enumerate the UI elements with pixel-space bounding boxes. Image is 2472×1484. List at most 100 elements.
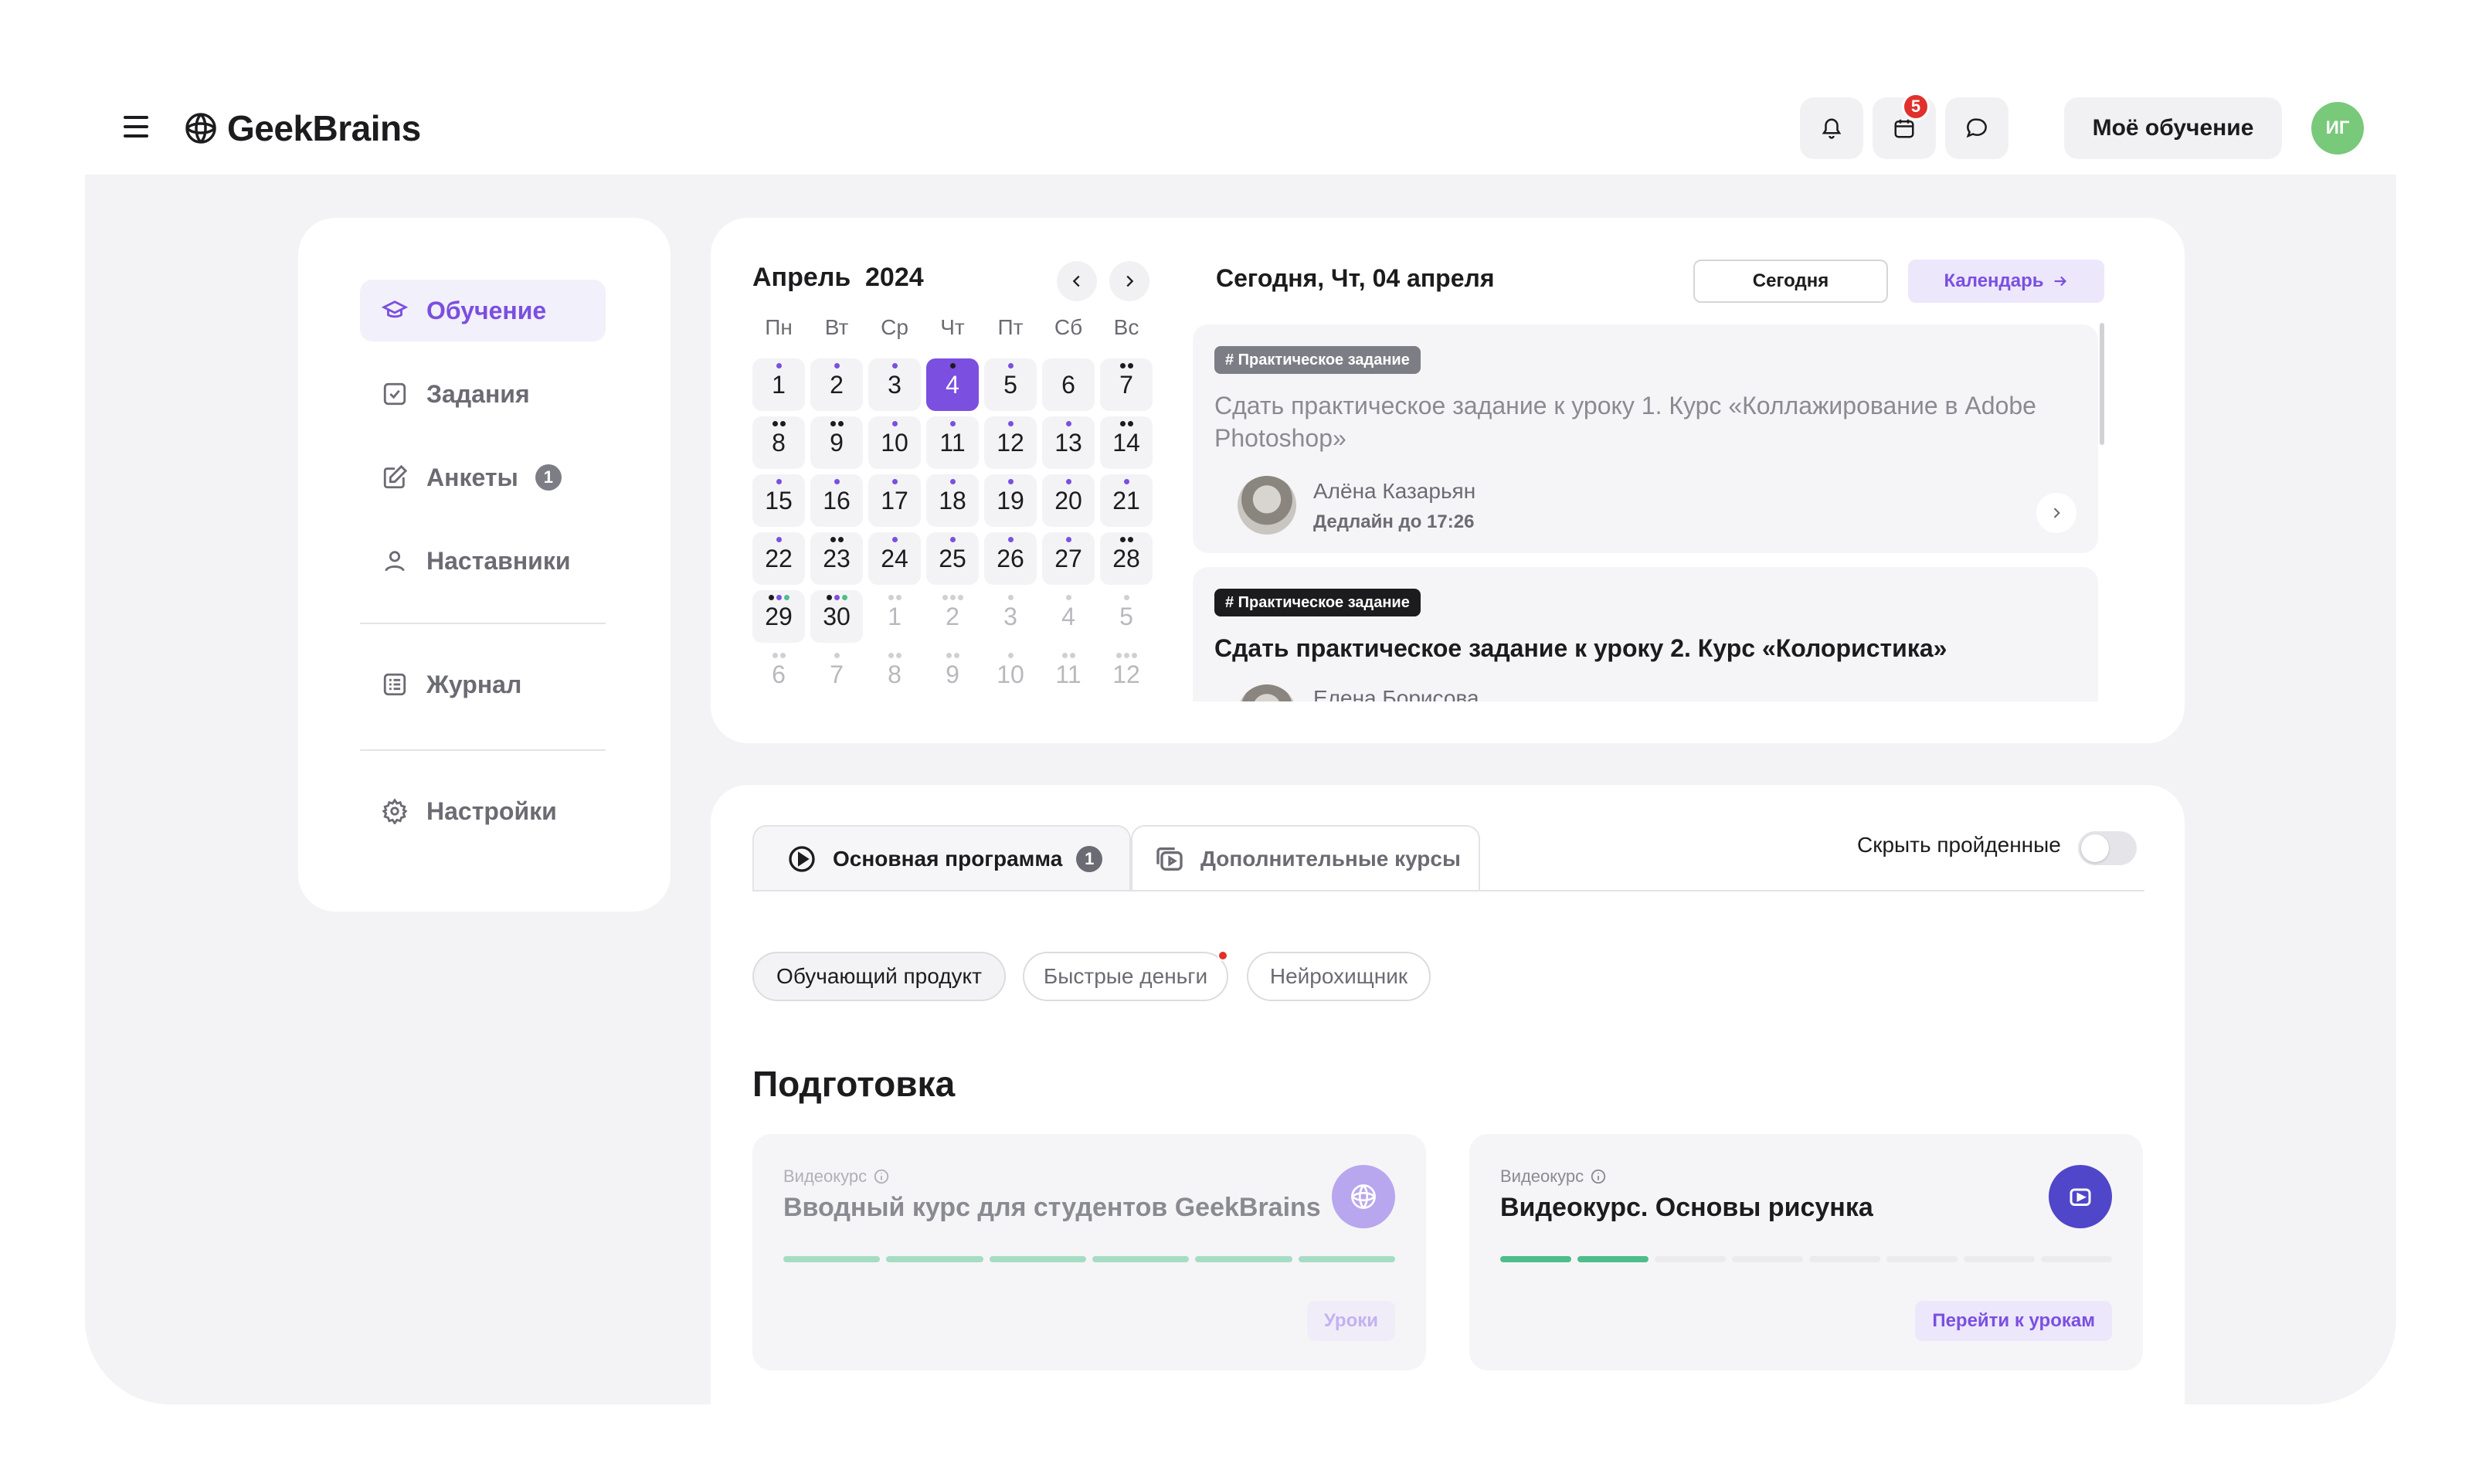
course-card[interactable]: Видеокурс Вводный курс для студентов Gee… (752, 1134, 1426, 1370)
sidebar-item-learning[interactable]: Обучение (360, 280, 606, 341)
course-type-label: Видеокурс (1500, 1166, 1584, 1186)
course-card[interactable]: Видеокурс Видеокурс. Основы рисунка Пере… (1469, 1134, 2143, 1370)
calendar-day[interactable]: 8 (868, 648, 921, 701)
calendar-day[interactable]: 18 (926, 474, 979, 527)
calendar-day[interactable]: 19 (984, 474, 1037, 527)
calendar-day[interactable]: 7 (810, 648, 863, 701)
next-month-button[interactable] (1109, 261, 1149, 301)
sidebar-item-mentors[interactable]: Наставники (360, 530, 606, 592)
calendar-day[interactable]: 10 (984, 648, 1037, 701)
calendar-day[interactable]: 13 (1042, 416, 1095, 469)
event-dots (984, 421, 1037, 426)
lessons-button[interactable]: Уроки (1306, 1301, 1395, 1341)
prev-month-button[interactable] (1057, 261, 1097, 301)
calendar-day[interactable]: 22 (752, 532, 805, 585)
calendar-day-number: 26 (997, 544, 1024, 572)
info-icon[interactable] (1590, 1168, 1607, 1185)
calendar-day[interactable]: 3 (984, 590, 1037, 643)
calendar-day[interactable]: 5 (984, 358, 1037, 411)
chevron-right-icon (1126, 275, 1134, 287)
calendar-day[interactable]: 11 (926, 416, 979, 469)
open-task-button[interactable] (2036, 493, 2076, 533)
calendar-day-number: 5 (1119, 602, 1133, 630)
calendar-day[interactable]: 17 (868, 474, 921, 527)
info-icon[interactable] (873, 1168, 890, 1185)
messages-button[interactable] (1945, 97, 2008, 159)
calendar-day[interactable]: 5 (1100, 590, 1153, 643)
event-dots (868, 363, 921, 368)
agenda-clip (1193, 701, 2098, 743)
calendar-day[interactable]: 12 (1100, 648, 1153, 701)
calendar-day[interactable]: 11 (1042, 648, 1095, 701)
weekday-label: Сб (1054, 315, 1083, 339)
sidebar-item-label: Обучение (426, 296, 547, 324)
calendar-day[interactable]: 2 (810, 358, 863, 411)
calendar-day[interactable]: 4 (926, 358, 979, 411)
calendar-day[interactable]: 30 (810, 590, 863, 643)
tab-main-program[interactable]: Основная программа 1 (752, 825, 1131, 891)
notifications-button[interactable] (1800, 97, 1863, 159)
my-learning-button[interactable]: Моё обучение (2064, 97, 2282, 159)
calendar-day-number: 23 (823, 544, 851, 572)
calendar-day[interactable]: 8 (752, 416, 805, 469)
tab-additional-courses[interactable]: Дополнительные курсы (1131, 825, 1480, 891)
calendar-day[interactable]: 2 (926, 590, 979, 643)
calendar-day[interactable]: 9 (926, 648, 979, 701)
sidebar-item-settings[interactable]: Настройки (360, 780, 606, 842)
calendar-day[interactable]: 7 (1100, 358, 1153, 411)
calendar-day[interactable]: 25 (926, 532, 979, 585)
agenda-scrollbar[interactable] (2100, 323, 2104, 445)
calendar-day-number: 6 (1061, 370, 1075, 399)
sidebar-item-forms[interactable]: Анкеты 1 (360, 447, 606, 508)
sidebar-item-label: Анкеты (426, 463, 518, 491)
calendar-day[interactable]: 6 (1042, 358, 1095, 411)
event-dots (926, 595, 979, 600)
task-card[interactable]: # Практическое задание Сдать практическо… (1193, 324, 2098, 553)
calendar-day[interactable]: 6 (752, 648, 805, 701)
calendar-day[interactable]: 27 (1042, 532, 1095, 585)
sidebar-item-label: Задания (426, 379, 530, 408)
hide-completed-toggle[interactable] (2078, 831, 2137, 865)
calendar-day-number: 8 (888, 660, 902, 688)
logo[interactable]: GeekBrains (184, 107, 421, 150)
calendar-day-number: 24 (881, 544, 908, 572)
calendar-day[interactable]: 28 (1100, 532, 1153, 585)
event-dots (810, 595, 863, 600)
calendar-day[interactable]: 3 (868, 358, 921, 411)
sidebar: Обучение Задания Анкеты 1 Наставники Жур… (298, 218, 671, 912)
avatar[interactable]: ИГ (2311, 102, 2364, 155)
calendar-day[interactable]: 16 (810, 474, 863, 527)
filter-chip[interactable]: Обучающий продукт (752, 952, 1006, 1001)
calendar-day[interactable]: 4 (1042, 590, 1095, 643)
calendar-day[interactable]: 10 (868, 416, 921, 469)
calendar-day[interactable]: 26 (984, 532, 1037, 585)
filter-chip[interactable]: Быстрые деньги (1023, 950, 1228, 1001)
geekbrains-course-icon (1332, 1165, 1395, 1228)
calendar-day[interactable]: 1 (868, 590, 921, 643)
calendar-day[interactable]: 15 (752, 474, 805, 527)
progress-segment-done (1092, 1256, 1190, 1262)
calendar-day[interactable]: 21 (1100, 474, 1153, 527)
calendar-day[interactable]: 29 (752, 590, 805, 643)
calendar-day[interactable]: 23 (810, 532, 863, 585)
filter-chip[interactable]: Нейрохищник (1247, 952, 1431, 1001)
today-button[interactable]: Сегодня (1693, 260, 1888, 303)
calendar-day[interactable]: 9 (810, 416, 863, 469)
calendar-day[interactable]: 14 (1100, 416, 1153, 469)
calendar-button[interactable]: 5 (1873, 93, 1936, 159)
course-type-label: Видеокурс (783, 1166, 868, 1186)
calendar-day[interactable]: 20 (1042, 474, 1095, 527)
sidebar-item-journal[interactable]: Журнал (360, 654, 606, 715)
event-dots (868, 595, 921, 600)
open-calendar-button[interactable]: Календарь (1908, 260, 2104, 303)
menu-icon[interactable] (122, 114, 151, 139)
calendar-day-number: 29 (765, 602, 793, 630)
tab-label: Основная программа (833, 847, 1063, 871)
calendar-day[interactable]: 12 (984, 416, 1037, 469)
open-calendar-label: Календарь (1944, 270, 2044, 291)
calendar-day[interactable]: 1 (752, 358, 805, 411)
calendar-day[interactable]: 24 (868, 532, 921, 585)
sidebar-item-tasks[interactable]: Задания (360, 363, 606, 425)
geekbrains-logo-icon (185, 113, 216, 144)
go-to-lessons-button[interactable]: Перейти к урокам (1915, 1301, 2112, 1341)
